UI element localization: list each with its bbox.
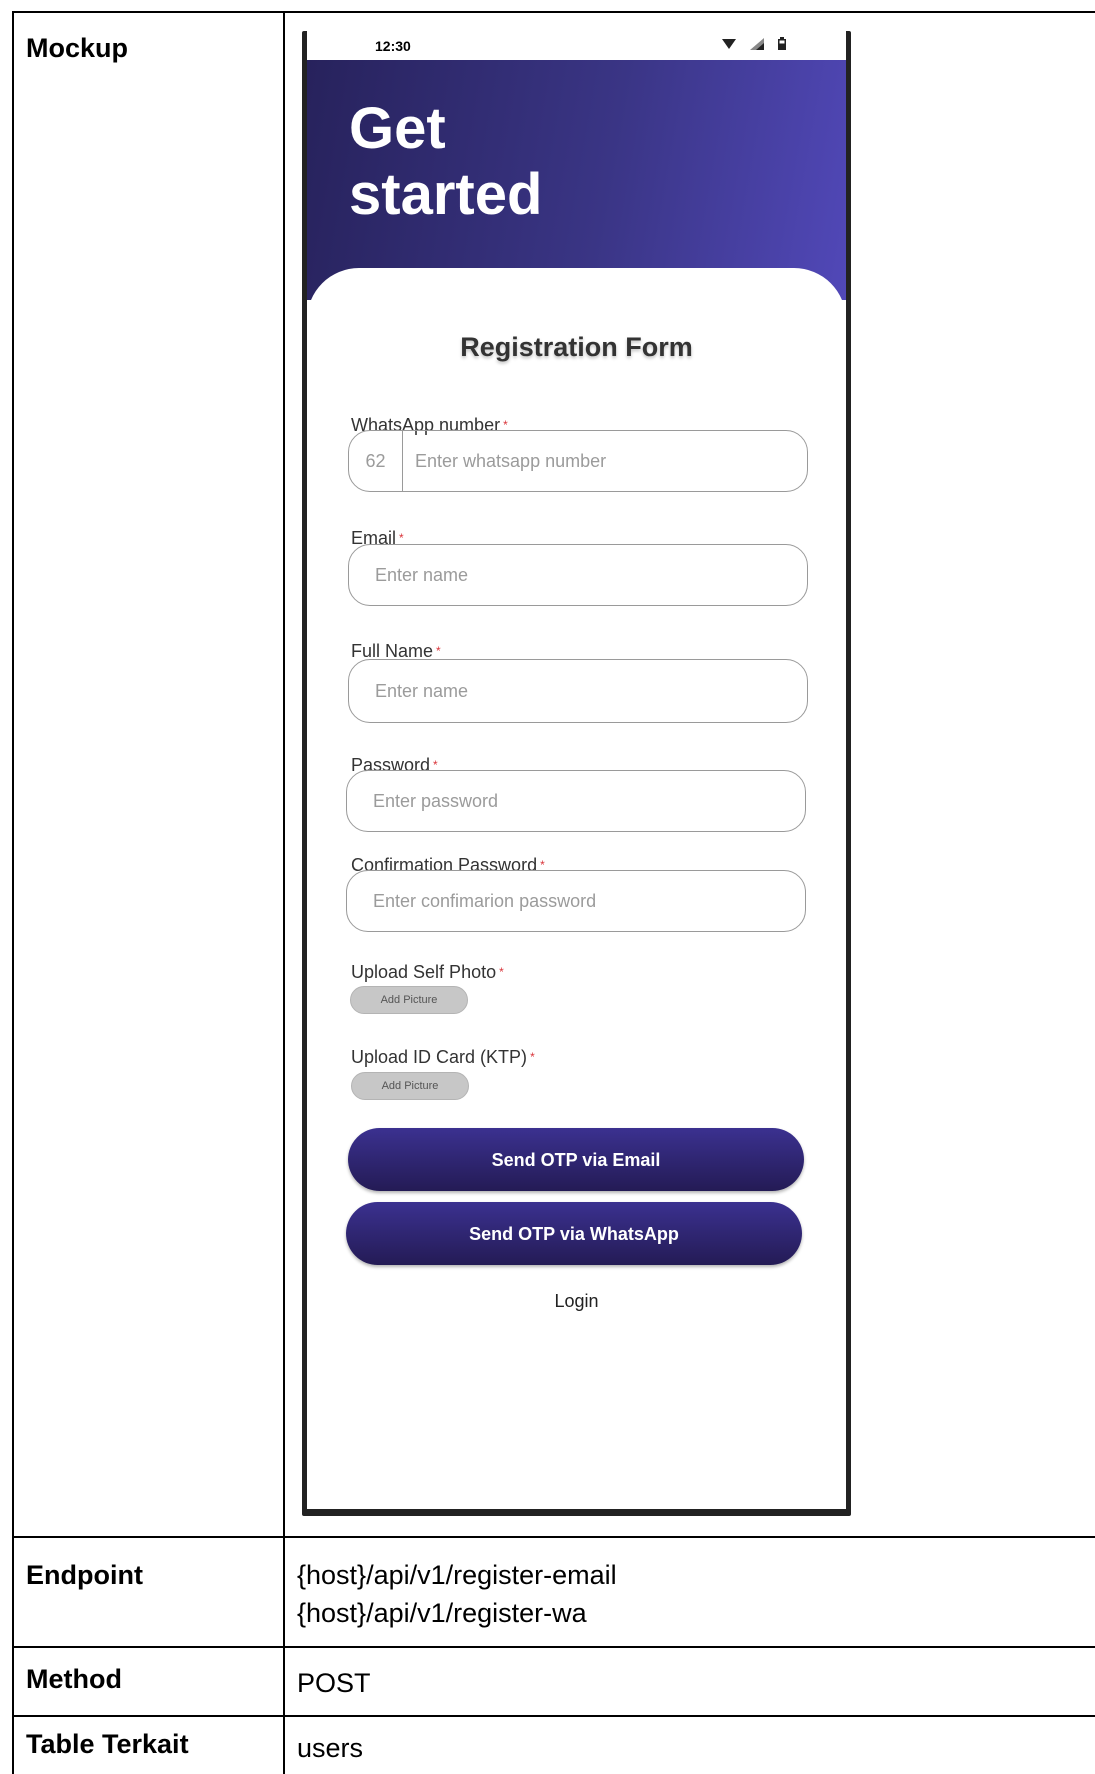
mockup-label: Mockup <box>14 13 285 1536</box>
password-input[interactable]: Enter password <box>346 770 806 832</box>
endpoint-register-email: {host}/api/v1/register-email <box>297 1560 617 1590</box>
endpoint-register-wa: {host}/api/v1/register-wa <box>297 1598 587 1628</box>
hero-title: Get started <box>349 96 543 227</box>
email-placeholder: Enter name <box>375 565 469 585</box>
whatsapp-placeholder: Enter whatsapp number <box>415 451 607 471</box>
confirm-password-input[interactable]: Enter confimarion password <box>346 870 806 932</box>
id-card-label: Upload ID Card (KTP) * <box>351 1047 535 1067</box>
registration-card: Registration Form WhatsApp number * 62 En… <box>307 268 846 1509</box>
required-mark: * <box>399 531 404 545</box>
method-label: Method <box>14 1648 285 1715</box>
whatsapp-input[interactable]: 62 Enter whatsapp number <box>348 430 808 492</box>
status-bar: 12:30 <box>307 31 846 60</box>
related-table-label: Table Terkait <box>14 1717 285 1774</box>
send-otp-whatsapp-button[interactable]: Send OTP via WhatsApp <box>346 1202 802 1265</box>
form-title: Registration Form <box>460 332 693 362</box>
phone-frame: 12:30 Get started Registration Form What… <box>302 31 851 1516</box>
row-related-table: Table Terkait users <box>14 1717 1095 1774</box>
related-table-value: users <box>297 1733 364 1763</box>
endpoint-label: Endpoint <box>14 1538 285 1646</box>
hero-header: Get started <box>307 60 846 300</box>
required-mark: * <box>530 1050 535 1064</box>
row-method: Method POST <box>14 1648 1095 1717</box>
phone-screen: 12:30 Get started Registration Form What… <box>307 31 846 1509</box>
row-endpoint: Endpoint {host}/api/v1/register-email {h… <box>14 1538 1095 1648</box>
mockup-cell: 12:30 Get started Registration Form What… <box>285 13 1095 1536</box>
endpoint-value: {host}/api/v1/register-email {host}/api/… <box>285 1538 1095 1646</box>
password-placeholder: Enter password <box>373 791 499 811</box>
confirm-password-placeholder: Enter confimarion password <box>373 891 597 911</box>
add-id-card-button[interactable]: Add Picture <box>351 1072 469 1100</box>
login-link[interactable]: Login <box>307 1282 846 1320</box>
required-mark: * <box>499 965 504 979</box>
country-code-prefix[interactable]: 62 <box>349 431 403 491</box>
email-input[interactable]: Enter name <box>348 544 808 606</box>
add-self-photo-button[interactable]: Add Picture <box>350 986 468 1014</box>
required-mark: * <box>436 644 441 658</box>
method-value: POST <box>297 1668 371 1698</box>
row-mockup: Mockup 12:30 Get started Registration Fo… <box>14 13 1095 1538</box>
spec-table: Mockup 12:30 Get started Registration Fo… <box>12 11 1095 1774</box>
fullname-placeholder: Enter name <box>375 681 469 701</box>
fullname-input[interactable]: Enter name <box>348 659 808 723</box>
send-otp-email-button[interactable]: Send OTP via Email <box>348 1128 804 1191</box>
